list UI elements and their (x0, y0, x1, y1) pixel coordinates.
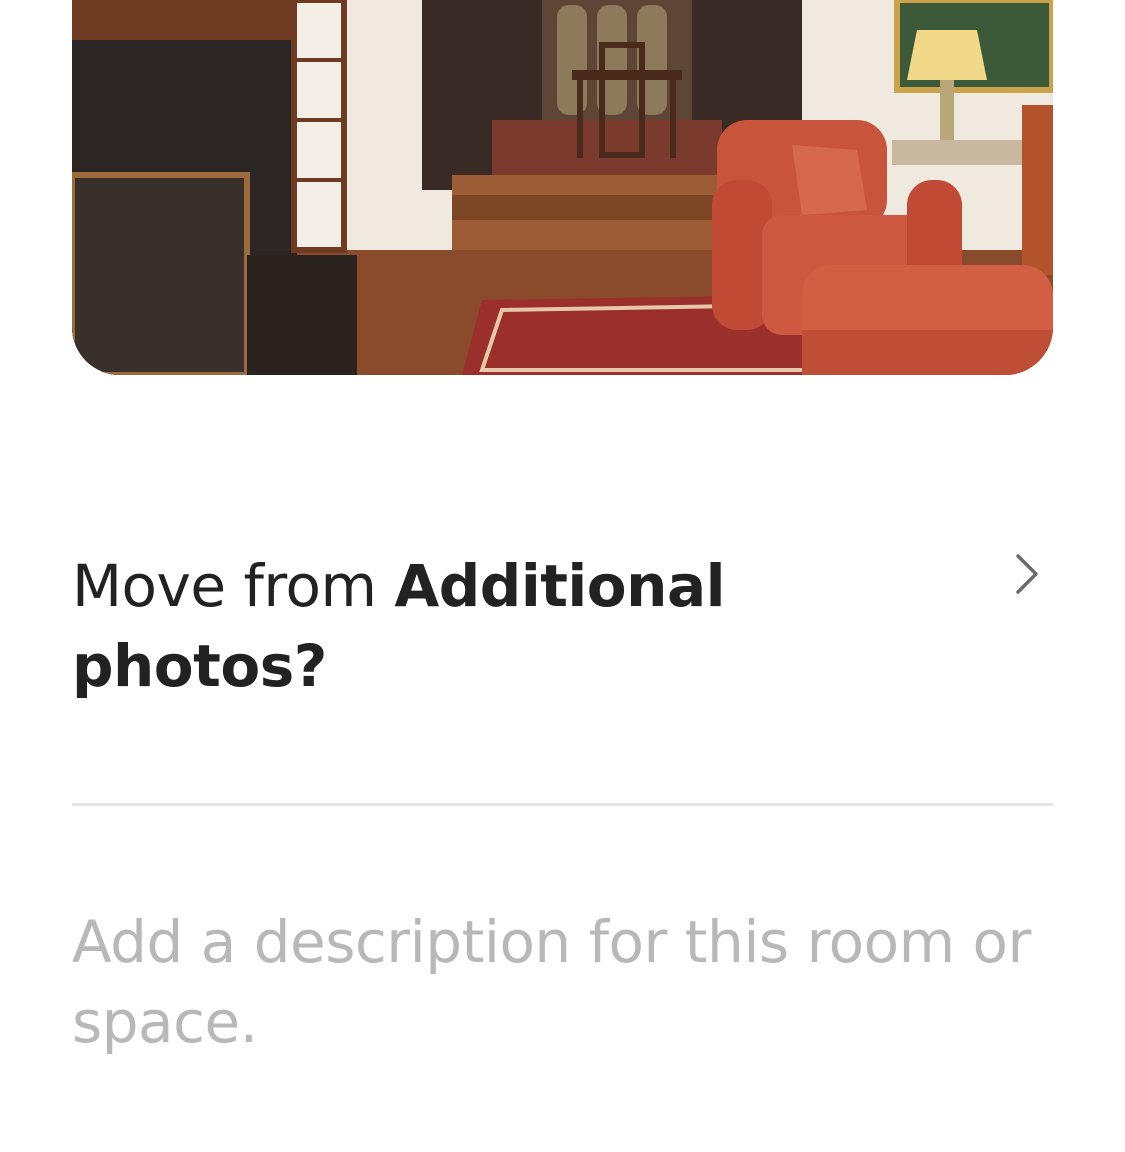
chevron-right-icon[interactable] (1012, 552, 1042, 596)
room-photo[interactable] (72, 0, 1053, 375)
move-from-additional-photos-row[interactable]: Move from Additional photos? (72, 540, 1053, 720)
move-album-name: Additional (394, 552, 725, 620)
room-photo-image (72, 0, 1053, 375)
room-description-input[interactable] (72, 902, 1053, 1082)
move-prefix: Move from (72, 552, 395, 620)
edit-photo-screen: Move from Additional photos? (0, 0, 1125, 1152)
move-suffix: photos? (72, 632, 327, 700)
move-from-additional-photos-text: Move from Additional photos? (72, 546, 772, 706)
divider (72, 803, 1053, 806)
